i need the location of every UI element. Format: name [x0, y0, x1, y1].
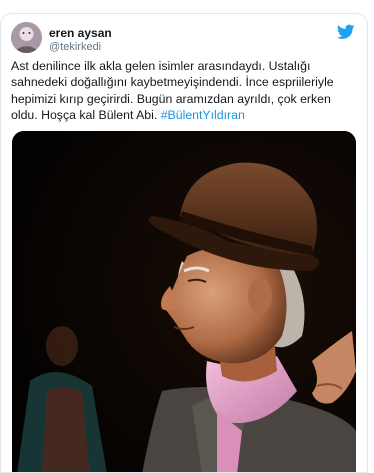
author-names[interactable]: eren aysan @tekirkedi	[49, 26, 112, 54]
author-display-name[interactable]: eren aysan	[49, 26, 112, 40]
author-handle[interactable]: @tekirkedi	[49, 40, 112, 54]
stage-portrait-photo	[12, 131, 356, 472]
tweet-photo[interactable]	[12, 131, 356, 472]
hashtag-link[interactable]: #BülentYıldıran	[161, 108, 245, 122]
twitter-bird-icon[interactable]	[336, 24, 355, 40]
tweet-text: Ast denilince ilk akla gelen isimler ara…	[11, 58, 356, 123]
avatar[interactable]	[11, 22, 42, 53]
tweet-header: eren aysan @tekirkedi	[11, 22, 357, 56]
tweet-card[interactable]: eren aysan @tekirkedi Ast denilince ilk …	[0, 13, 368, 473]
